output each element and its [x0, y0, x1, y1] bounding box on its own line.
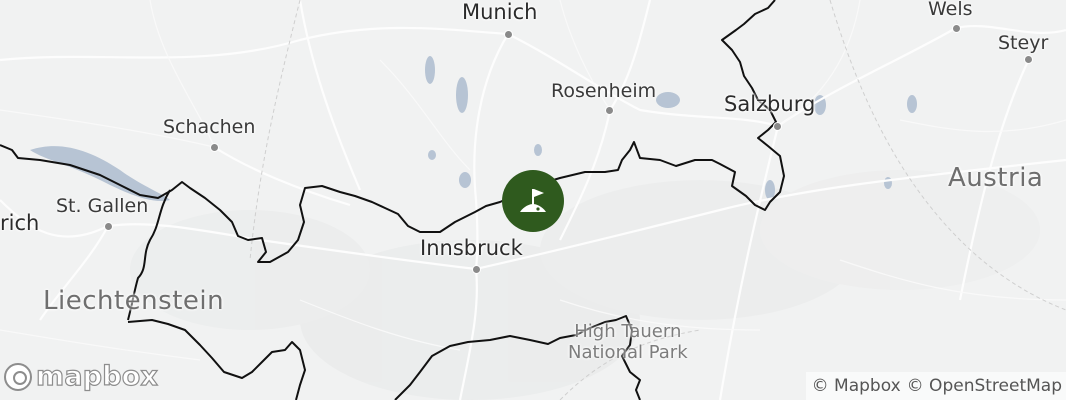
wels-dot [952, 24, 961, 33]
map-container[interactable]: Munich Wels Steyr Rosenheim Salzburg Sch… [0, 0, 1066, 400]
attribution-mapbox-link[interactable]: © Mapbox [812, 376, 901, 396]
label-innsbruck: Innsbruck [420, 236, 523, 260]
terrain-shading [130, 170, 1040, 400]
label-st-gallen: St. Gallen [56, 195, 149, 217]
schachen-dot [210, 143, 219, 152]
label-high-tauern-park: High Tauern National Park [568, 321, 688, 363]
label-steyr: Steyr [998, 32, 1049, 54]
label-salzburg: Salzburg [724, 92, 816, 116]
attribution-bar: © Mapbox © OpenStreetMap [805, 372, 1066, 400]
label-liechtenstein: Liechtenstein [43, 286, 225, 316]
label-schachen: Schachen [163, 116, 256, 138]
mapbox-logo[interactable]: mapbox [4, 360, 159, 393]
st-gallen-dot [104, 222, 113, 231]
attribution-osm-link[interactable]: © OpenStreetMap [907, 376, 1062, 396]
label-wels: Wels [928, 0, 973, 20]
label-austria: Austria [948, 163, 1044, 193]
label-rosenheim: Rosenheim [551, 80, 657, 102]
innsbruck-dot [472, 265, 481, 274]
label-munich: Munich [462, 0, 538, 24]
golf-flag-icon [520, 189, 546, 212]
steyr-dot [1024, 55, 1033, 64]
munich-dot [504, 30, 513, 39]
label-zurich: rich [0, 211, 40, 235]
mapbox-logo-icon [4, 362, 32, 391]
location-marker[interactable] [502, 170, 564, 232]
rosenheim-dot [605, 106, 614, 115]
mapbox-logo-text: mapbox [35, 360, 159, 392]
salzburg-dot [773, 122, 782, 131]
